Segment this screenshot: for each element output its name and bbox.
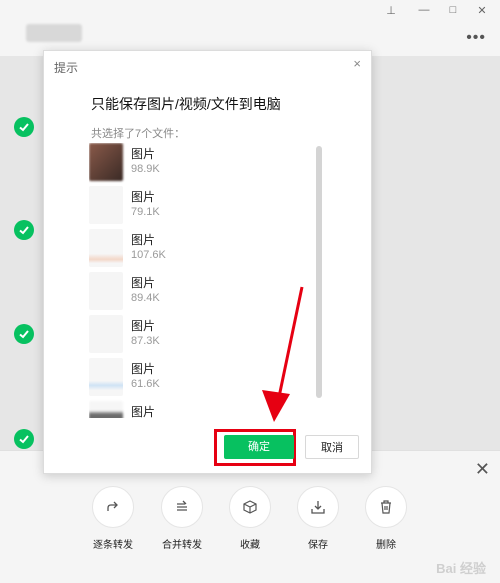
watermark-logo: Bai 经验: [436, 561, 486, 576]
file-list[interactable]: 图片 98.9K 图片 79.1K 图片 107.6K 图片 89.4K 图片 …: [89, 143, 269, 418]
close-panel-button[interactable]: ✕: [475, 459, 490, 480]
file-size: 89.4K: [131, 292, 160, 304]
delete-icon: [365, 486, 407, 528]
list-item: 图片 107.6K: [89, 229, 269, 272]
file-name: 图片: [131, 362, 156, 376]
action-label: 保存: [308, 540, 328, 551]
forward-icon: [92, 486, 134, 528]
close-window-button[interactable]: ✕: [472, 4, 492, 17]
file-size: 87.3K: [131, 335, 160, 347]
delete-button[interactable]: 删除: [356, 486, 416, 551]
file-name: 图片: [131, 233, 156, 247]
file-size: 98.9K: [131, 163, 160, 175]
file-name: 图片: [131, 405, 156, 418]
action-label: 收藏: [240, 540, 260, 551]
file-name: 图片: [131, 276, 156, 290]
image-thumbnail: [89, 272, 123, 310]
list-item: 图片 61.6K: [89, 358, 269, 401]
list-item: 图片 89.4K: [89, 272, 269, 315]
list-item: 图片 79.1K: [89, 186, 269, 229]
save-icon: [297, 486, 339, 528]
file-name: 图片: [131, 147, 156, 161]
maximize-button[interactable]: □: [443, 4, 463, 16]
save-prompt-dialog: 提示 × 只能保存图片/视频/文件到电脑 共选择了7个文件： 图片 98.9K …: [43, 50, 372, 474]
checkbox-selected-icon[interactable]: [14, 324, 34, 344]
checkbox-selected-icon[interactable]: [14, 220, 34, 240]
cancel-button[interactable]: 取消: [305, 435, 359, 459]
file-name: 图片: [131, 190, 156, 204]
more-options-button[interactable]: •••: [466, 29, 486, 47]
file-size: 79.1K: [131, 206, 160, 218]
scrollbar[interactable]: [316, 146, 322, 398]
action-label: 合并转发: [162, 540, 202, 551]
confirm-button[interactable]: 确定: [224, 435, 294, 459]
dialog-title: 提示: [54, 61, 79, 75]
dialog-close-button[interactable]: ×: [353, 56, 361, 71]
selected-count: 共选择了7个文件：: [91, 128, 186, 140]
image-thumbnail: [89, 143, 123, 181]
pin-button[interactable]: ⊥: [381, 4, 401, 17]
title-bar: ⊥ — □ ✕ •••: [0, 0, 500, 56]
image-thumbnail: [89, 315, 123, 353]
file-size: 107.6K: [131, 249, 166, 261]
image-thumbnail: [89, 186, 123, 224]
checkbox-selected-icon[interactable]: [14, 117, 34, 137]
image-thumbnail: [89, 358, 123, 396]
favorite-icon: [229, 486, 271, 528]
image-thumbnail: [89, 229, 123, 267]
forward-one-by-one-button[interactable]: 逐条转发: [83, 486, 143, 551]
file-name: 图片: [131, 319, 156, 333]
image-thumbnail: [89, 401, 123, 418]
checkbox-selected-icon[interactable]: [14, 429, 34, 449]
minimize-button[interactable]: —: [414, 4, 434, 16]
action-label: 逐条转发: [93, 540, 133, 551]
list-item: 图片 87.3K: [89, 315, 269, 358]
merge-forward-button[interactable]: 合并转发: [152, 486, 212, 551]
list-item: 图片: [89, 401, 269, 418]
favorite-button[interactable]: 收藏: [220, 486, 280, 551]
chat-title-blurred: [26, 24, 82, 42]
dialog-heading: 只能保存图片/视频/文件到电脑: [91, 96, 281, 112]
save-button[interactable]: 保存: [288, 486, 348, 551]
list-item: 图片 98.9K: [89, 143, 269, 186]
action-label: 删除: [376, 540, 396, 551]
merge-forward-icon: [161, 486, 203, 528]
file-size: 61.6K: [131, 378, 160, 390]
